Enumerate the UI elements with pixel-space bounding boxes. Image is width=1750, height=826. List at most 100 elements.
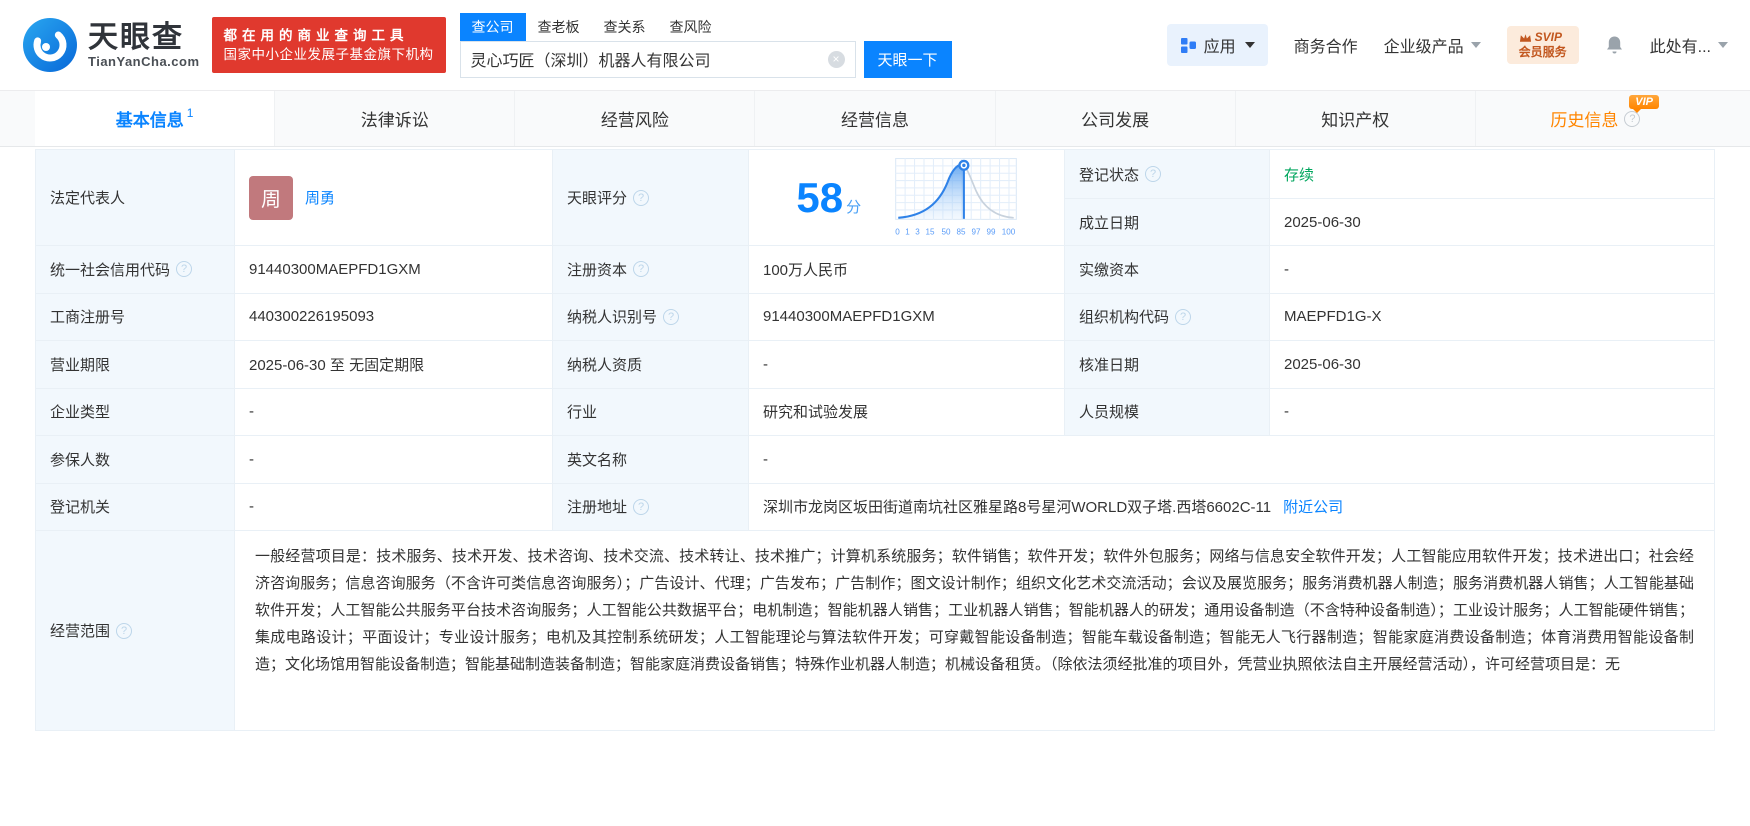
field-label-biz-term: 营业期限 [36,340,234,388]
crown-icon [1519,33,1531,42]
user-account-menu[interactable]: 此处有... [1650,33,1728,57]
field-value-reg-authority: - [234,482,552,530]
field-label-reg-capital: 注册资本 ? [552,245,748,293]
field-value-org-code: MAEPFD1G-X [1269,292,1714,340]
field-label-credit-code: 统一社会信用代码 ? [36,245,234,293]
search-tab-relation[interactable]: 查关系 [592,13,658,41]
tab-intellectual-property-label: 知识产权 [1321,111,1390,130]
field-value-score: 58 分 0 1 3 15 50 85 97 99 100 [748,150,1064,245]
search-input[interactable]: 灵心巧匠（深圳）机器人有限公司 × [459,40,856,78]
value-text: - [249,450,254,468]
tab-company-development[interactable]: 公司发展 [994,91,1235,146]
label-text: 实缴资本 [1079,261,1140,279]
apps-grid-icon [1180,37,1196,53]
label-text: 行业 [567,404,598,422]
value-text: 100万人民币 [763,261,849,279]
tab-operating-risk-label: 经营风险 [600,111,669,130]
basic-info-section: 法定代表人 周 周勇 登记状态 ? 存续 天眼评分 ? 58 分 0 1 3 1… [35,149,1715,731]
value-text: 研究和试验发展 [763,404,869,422]
field-label-est-date: 成立日期 [1064,198,1269,245]
label-text: 核准日期 [1079,356,1140,374]
label-text: 工商注册号 [50,309,126,327]
value-text: 91440300MAEPFD1GXM [249,260,421,278]
label-text: 纳税人识别号 [567,309,658,327]
svip-membership-badge[interactable]: SVIP 会员服务 [1506,26,1579,64]
tab-basic-info-label: 基本信息 [115,111,184,130]
help-icon[interactable]: ? [116,622,133,639]
help-icon[interactable]: ? [633,189,650,206]
help-icon[interactable]: ? [176,261,193,278]
axis-tick: 50 [941,227,951,237]
label-text: 注册地址 [567,499,628,517]
help-icon[interactable]: ? [663,308,680,325]
nav-business-cooperation-label: 商务合作 [1293,39,1358,56]
axis-tick: 100 [1002,227,1016,237]
field-label-reg-address: 注册地址 ? [552,482,748,530]
nav-enterprise-products[interactable]: 企业级产品 [1384,33,1481,57]
tab-company-development-label: 公司发展 [1081,111,1150,130]
search-tab-risk[interactable]: 查风险 [658,13,724,41]
field-label-paid-capital: 实缴资本 [1064,245,1269,293]
user-account-label: 此处有... [1649,39,1711,56]
value-text: - [1284,403,1289,421]
vip-badge: VIP [1629,95,1659,113]
label-text: 纳税人资质 [567,356,643,374]
search-button[interactable]: 天眼一下 [863,40,952,78]
value-text: 2025-06-30 至 无固定期限 [249,356,425,374]
help-icon[interactable]: ? [633,261,650,278]
label-text: 营业期限 [50,356,111,374]
label-text: 注册资本 [567,261,628,279]
value-text: - [1284,260,1289,278]
field-label-industry: 行业 [552,387,748,435]
axis-tick: 15 [925,227,935,237]
tianyancha-logo[interactable]: 天眼查 TianYanCha.com [22,17,200,73]
help-icon[interactable]: ? [633,498,650,515]
axis-tick: 0 [894,227,900,237]
field-value-approval-date: 2025-06-30 [1269,340,1714,388]
axis-tick: 97 [971,227,981,237]
field-value-insured-count: - [234,435,552,483]
brand-slogan: 都在用的商业查询工具 国家中小企业发展子基金旗下机构 [211,17,446,73]
label-text: 参保人数 [50,451,111,469]
value-text: 2025-06-30 [1284,213,1361,231]
legal-rep-avatar[interactable]: 周 [249,175,293,220]
search-tab-company[interactable]: 查公司 [459,12,526,41]
value-text: - [249,403,254,421]
field-label-company-type: 企业类型 [36,387,234,435]
score-distribution-chart: 0 1 3 15 50 85 97 99 100 [894,158,1017,237]
help-icon[interactable]: ? [1145,166,1162,182]
apps-menu[interactable]: 应用 [1166,24,1268,66]
clear-search-icon[interactable]: × [827,50,845,68]
svip-sublabel: 会员服务 [1518,45,1567,59]
tab-operating-info[interactable]: 经营信息 [754,91,994,146]
tab-history-info[interactable]: VIP 历史信息 ? [1474,91,1715,146]
tab-operating-info-label: 经营信息 [840,111,909,130]
score-number: 58 [796,173,844,221]
tab-intellectual-property[interactable]: 知识产权 [1234,91,1475,146]
label-text: 成立日期 [1079,214,1140,232]
tab-basic-info[interactable]: 基本信息 1 [35,91,275,146]
chevron-down-icon [1244,42,1255,48]
field-value-taxpayer-quality: - [748,340,1064,388]
field-value-reg-address: 深圳市龙岗区坂田街道南坑社区雅星路8号星河WORLD双子塔.西塔6602C-11… [748,482,1714,530]
tab-operating-risk[interactable]: 经营风险 [514,91,754,146]
label-text: 英文名称 [567,451,628,469]
search-tab-boss[interactable]: 查老板 [526,13,592,41]
field-label-business-scope: 经营范围 ? [36,530,234,730]
field-value-reg-number: 440300226195093 [234,292,552,340]
field-label-insured-count: 参保人数 [36,435,234,483]
field-label-taxpayer-quality: 纳税人资质 [552,340,748,388]
apps-menu-label: 应用 [1203,39,1236,56]
header-right-nav: 应用 商务合作 企业级产品 SVIP 会员服务 此处有... [1166,24,1728,66]
business-scope-text: 一般经营项目是：技术服务、技术开发、技术咨询、技术交流、技术转让、技术推广；计算… [255,548,1694,673]
tab-legal-proceedings[interactable]: 法律诉讼 [274,91,514,146]
field-label-staff-size: 人员规模 [1064,387,1269,435]
legal-rep-name-link[interactable]: 周勇 [305,187,335,208]
axis-tick: 99 [986,227,996,237]
nearby-companies-link[interactable]: 附近公司 [1283,496,1343,517]
nav-business-cooperation[interactable]: 商务合作 [1294,33,1358,57]
help-icon[interactable]: ? [1175,308,1192,325]
field-value-industry: 研究和试验发展 [748,387,1064,435]
notifications-bell-icon[interactable] [1605,35,1624,55]
field-label-taxpayer-id: 纳税人识别号 ? [552,292,748,340]
